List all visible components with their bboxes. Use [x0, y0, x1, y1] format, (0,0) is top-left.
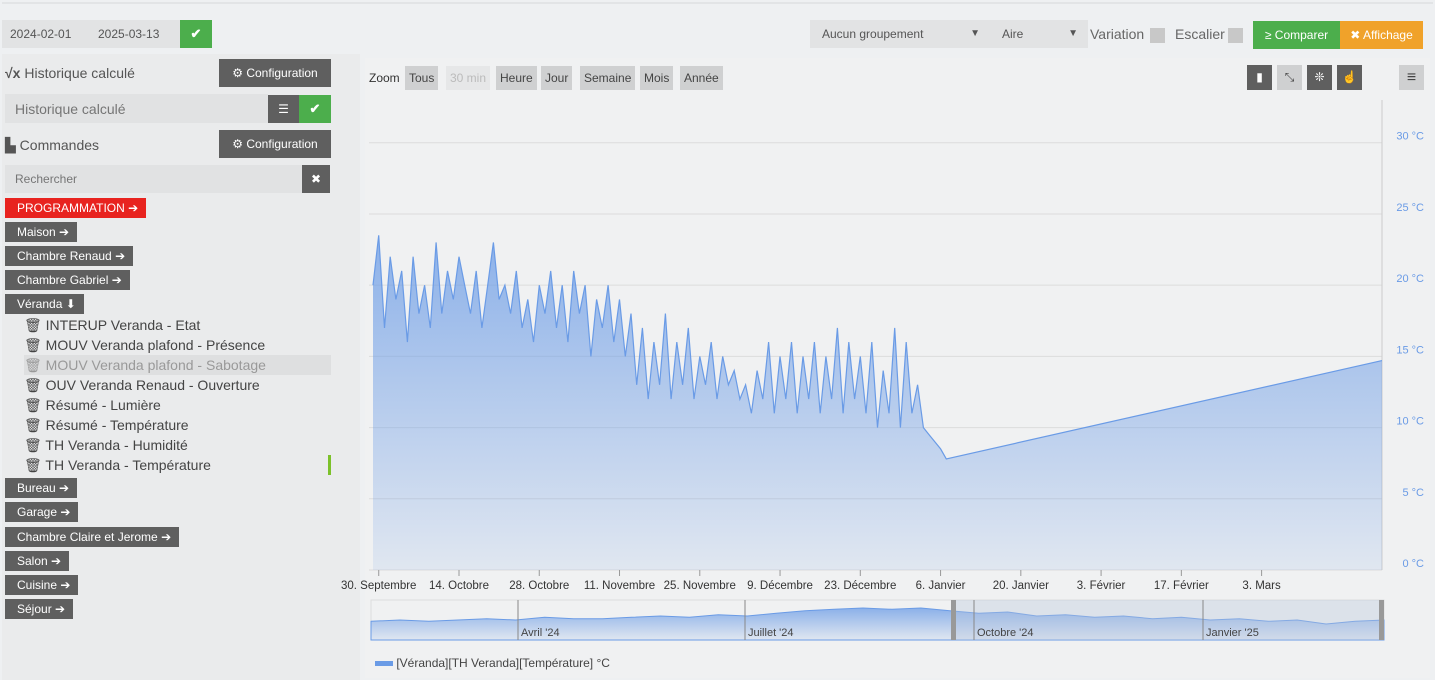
y-tick-label: 30 °C: [1396, 131, 1424, 143]
navigator-label: Octobre '24: [977, 627, 1034, 639]
legend-label: [Véranda][TH Veranda][Température] °C: [396, 656, 610, 670]
navigator-label: Juillet '24: [748, 627, 794, 639]
x-tick-label: 14. Octobre: [429, 580, 489, 592]
navigator-label: Avril '24: [521, 627, 560, 639]
y-tick-label: 15 °C: [1396, 344, 1424, 356]
y-tick-label: 0 °C: [1402, 558, 1424, 570]
x-tick-label: 9. Décembre: [747, 580, 813, 592]
x-tick-label: 20. Janvier: [993, 580, 1049, 592]
x-tick-label: 28. Octobre: [509, 580, 569, 592]
y-tick-label: 20 °C: [1396, 273, 1424, 285]
navigator-label: Janvier '25: [1206, 627, 1259, 639]
y-tick-label: 10 °C: [1396, 416, 1424, 428]
x-tick-label: 6. Janvier: [916, 580, 966, 592]
navigator-handle-left: [951, 600, 956, 640]
temperature-chart[interactable]: 0 °C 5 °C 10 °C 15 °C 20 °C 25 °C 30 °C 30. Sep…: [0, 0, 1435, 680]
y-tick-label: 25 °C: [1396, 202, 1424, 214]
x-tick-label: 3. Mars: [1242, 580, 1281, 592]
x-tick-label: 3. Février: [1077, 580, 1126, 592]
x-tick-label: 23. Décembre: [824, 580, 896, 592]
x-tick-label: 11. Novembre: [584, 580, 655, 592]
legend-item[interactable]: [Véranda][TH Veranda][Température] °C: [375, 656, 610, 670]
navigator-handle-right: [1379, 600, 1384, 640]
y-tick-label: 5 °C: [1402, 487, 1424, 499]
x-tick-label: 30. Septembre: [341, 580, 416, 592]
x-tick-label: 17. Février: [1154, 580, 1209, 592]
legend-swatch: [375, 661, 393, 667]
x-tick-label: 25. Novembre: [664, 580, 736, 592]
